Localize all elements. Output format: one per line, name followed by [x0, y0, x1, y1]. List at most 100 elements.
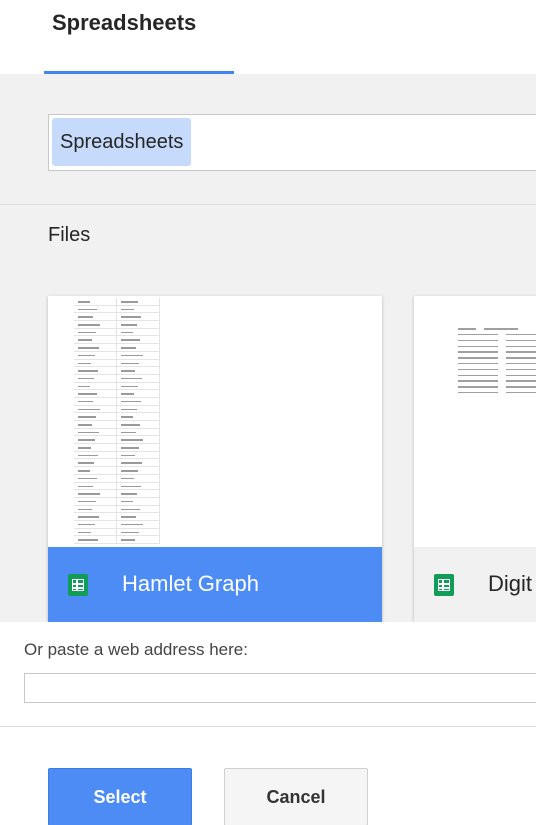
- preview-cell: [117, 520, 160, 528]
- preview-cell: [74, 428, 117, 436]
- preview-row: [74, 490, 160, 498]
- header-tab-bar: Spreadsheets: [0, 0, 536, 74]
- divider: [0, 204, 536, 205]
- preview-cell: [74, 482, 117, 490]
- preview-row: [74, 321, 160, 329]
- preview-row: [74, 436, 160, 445]
- preview-cell: [74, 313, 117, 321]
- file-card-hamlet-graph[interactable]: Hamlet Graph: [48, 296, 382, 622]
- preview-cell: [74, 298, 117, 305]
- preview-cell: [74, 436, 117, 444]
- preview-cell: [74, 351, 117, 359]
- preview-cell: [117, 490, 160, 498]
- spreadsheet-icon: [68, 574, 88, 596]
- preview-row: [74, 474, 160, 483]
- preview-cell: [117, 374, 160, 382]
- preview-cell: [117, 367, 160, 375]
- preview-row: [74, 497, 160, 506]
- preview-row: [74, 467, 160, 475]
- preview-row: [74, 482, 160, 491]
- preview-cell: [117, 513, 160, 521]
- preview-cell: [74, 467, 117, 475]
- preview-cell: [117, 451, 160, 459]
- file-card-footer: Digit: [414, 547, 536, 622]
- file-thumbnail: [414, 296, 536, 547]
- preview-cell: [117, 436, 160, 444]
- preview-cell: [117, 351, 160, 359]
- search-input[interactable]: Spreadsheets: [48, 114, 536, 171]
- web-address-input[interactable]: [24, 673, 536, 703]
- divider: [0, 726, 536, 727]
- preview-cell: [117, 328, 160, 336]
- preview-cell: [117, 444, 160, 452]
- file-thumbnail: [48, 296, 382, 547]
- preview-row: [74, 313, 160, 322]
- preview-cell: [74, 405, 117, 413]
- file-name: Digit: [488, 571, 533, 596]
- preview-row: [74, 505, 160, 514]
- preview-cell: [74, 336, 117, 344]
- file-name: Hamlet Graph: [122, 571, 259, 596]
- cancel-button[interactable]: Cancel: [224, 768, 368, 825]
- preview-row: [74, 413, 160, 421]
- preview-cell: [117, 421, 160, 428]
- preview-cell: [117, 528, 160, 536]
- preview-row: [74, 459, 160, 468]
- preview-cell: [74, 528, 117, 536]
- preview-cell: [74, 305, 117, 313]
- preview-cell: [74, 367, 117, 375]
- preview-row: [74, 298, 160, 306]
- preview-cell: [74, 490, 117, 498]
- preview-cell: [74, 451, 117, 459]
- preview-row: [74, 390, 160, 398]
- preview-cell: [117, 344, 160, 352]
- preview-cell: [117, 413, 160, 421]
- preview-cell: [117, 382, 160, 390]
- preview-cell: [74, 536, 117, 544]
- preview-cell: [74, 397, 117, 405]
- preview-cell: [117, 397, 160, 405]
- preview-cell: [74, 459, 117, 467]
- preview-row: [74, 397, 160, 406]
- preview-cell: [74, 513, 117, 521]
- preview-cell: [117, 497, 160, 505]
- preview-cell: [117, 390, 160, 398]
- tab-label: Spreadsheets: [52, 10, 197, 35]
- preview-row: [74, 528, 160, 537]
- preview-cell: [117, 321, 160, 329]
- web-address-label: Or paste a web address here:: [24, 640, 248, 659]
- preview-row: [74, 367, 160, 375]
- preview-cell: [74, 444, 117, 452]
- preview-cell: [117, 428, 160, 436]
- preview-row: [74, 328, 160, 337]
- preview-cell: [117, 405, 160, 413]
- content-panel: Spreadsheets Files Hamlet Graph Digit: [0, 74, 536, 622]
- search-chip[interactable]: Spreadsheets: [52, 118, 192, 166]
- preview-cell: [74, 374, 117, 382]
- preview-cell: [117, 336, 160, 344]
- preview-cell: [74, 390, 117, 398]
- file-card-digit[interactable]: Digit: [414, 296, 536, 622]
- preview-cell: [74, 344, 117, 352]
- select-button[interactable]: Select: [48, 768, 192, 825]
- preview-cell: [117, 467, 160, 475]
- preview-cell: [117, 359, 160, 367]
- preview-cell: [117, 505, 160, 513]
- preview-cell: [117, 298, 160, 305]
- preview-row: [452, 390, 536, 396]
- preview-row: [74, 520, 160, 529]
- preview-cell: [74, 474, 117, 482]
- preview-row: [74, 513, 160, 521]
- preview-row: [74, 405, 160, 414]
- preview-cell: [74, 328, 117, 336]
- preview-row: [74, 428, 160, 437]
- preview-cell: [117, 536, 160, 544]
- preview-row: [74, 444, 160, 452]
- preview-cell: [117, 474, 160, 482]
- files-section-label: Files: [48, 224, 91, 246]
- spreadsheet-preview: [452, 326, 536, 396]
- spreadsheet-icon: [434, 574, 454, 596]
- preview-row: [74, 382, 160, 391]
- tab-spreadsheets[interactable]: Spreadsheets: [44, 0, 234, 74]
- preview-row: [74, 344, 160, 352]
